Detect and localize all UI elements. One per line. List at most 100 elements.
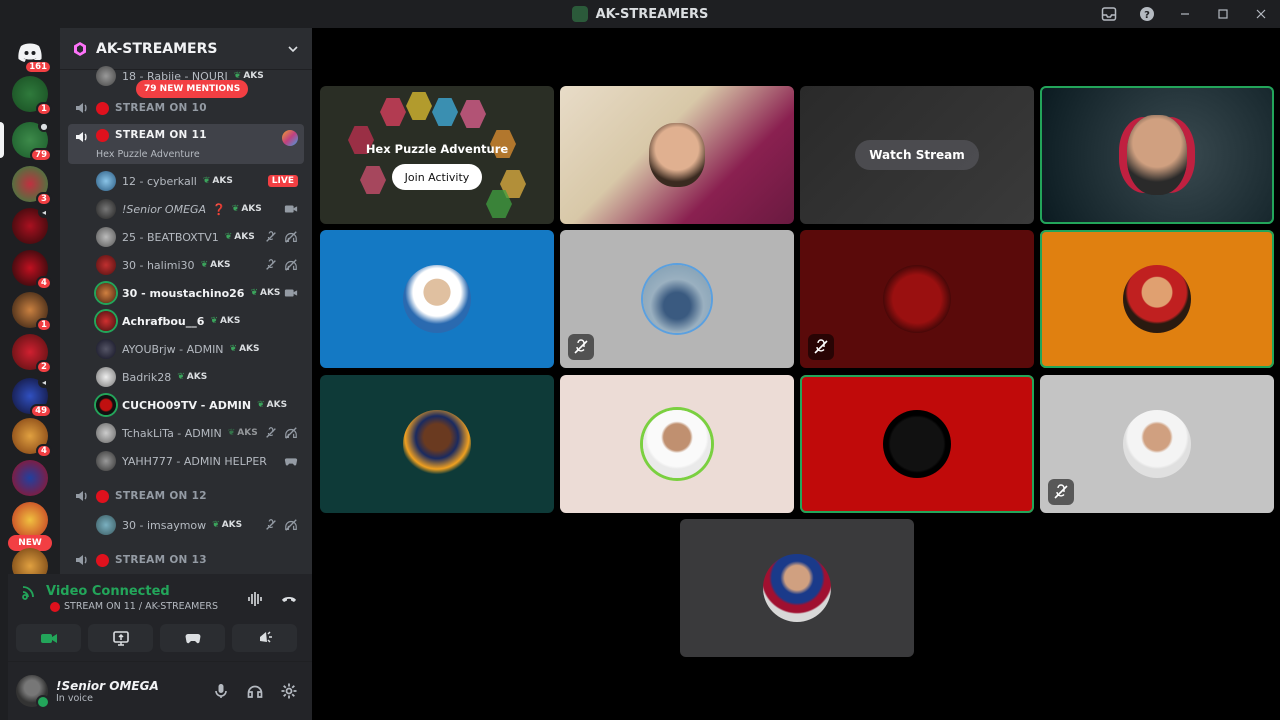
microphone-icon[interactable] <box>212 682 230 700</box>
server-7[interactable]: 2 <box>12 334 52 374</box>
title-bar: AK-STREAMERS ? <box>0 0 1280 28</box>
voice-channel-icon <box>76 103 87 113</box>
red-circle-icon <box>96 101 109 115</box>
new-mentions-badge[interactable]: 79 NEW MENTIONS <box>136 80 249 98</box>
video-muted-icon <box>808 334 834 360</box>
member-row[interactable]: Achrafbou__6 ❦ AKS <box>96 309 302 333</box>
member-row[interactable]: TchakLiTa - ADMIN ❦ AKS <box>96 421 302 445</box>
activity-tile[interactable]: Hex Puzzle Adventure Join Activity <box>320 86 554 224</box>
voice-connection-panel: Video Connected STREAM ON 11 / AK-STREAM… <box>8 574 312 662</box>
soundboard-button[interactable] <box>232 624 297 652</box>
close-icon[interactable] <box>1242 0 1280 28</box>
server-3[interactable]: 3 <box>12 166 52 206</box>
avatar <box>96 66 116 86</box>
member-row[interactable]: CUCHO09TV - ADMIN ❦ AKS <box>96 393 302 417</box>
speaker-icon: ◂ <box>38 376 50 388</box>
member-row[interactable]: !Senior OMEGA ❓ ❦ AKS <box>96 197 302 221</box>
camera-button[interactable] <box>16 624 81 652</box>
voice-channel-stream-10[interactable]: STREAM ON 10 <box>68 94 304 122</box>
member-row[interactable]: 30 - halimi30 ❦ AKS <box>96 253 302 277</box>
voice-status-subtitle[interactable]: STREAM ON 11 / AK-STREAMERS <box>50 601 218 612</box>
participant-avatar-tile[interactable] <box>800 375 1034 513</box>
clan-tag: ❦ AKS <box>210 316 241 326</box>
server-11[interactable] <box>12 502 48 538</box>
participant-avatar-tile[interactable] <box>560 375 794 513</box>
clan-tag: ❦ AKS <box>224 232 255 242</box>
voice-channel-stream-12[interactable]: STREAM ON 12 <box>68 482 304 510</box>
join-activity-button[interactable]: Join Activity <box>392 164 482 190</box>
avatar <box>96 367 116 387</box>
screen-share-button[interactable] <box>88 624 153 652</box>
inbox-icon[interactable] <box>1090 0 1128 28</box>
server-4[interactable]: ◂ <box>12 206 50 244</box>
server-2[interactable]: ● 79 <box>12 120 52 162</box>
username[interactable]: !Senior OMEGA <box>56 679 159 693</box>
video-camera-icon <box>40 634 57 643</box>
live-badge: LIVE <box>267 175 298 187</box>
server-5[interactable]: 4 <box>12 250 52 290</box>
participant-avatar-tile[interactable] <box>800 230 1034 368</box>
member-row[interactable]: 12 - cyberkall ❦ AKS LIVE <box>96 169 302 193</box>
voice-channel-stream-11[interactable]: STREAM ON 11 Hex Puzzle Adventure <box>68 124 304 164</box>
help-icon[interactable]: ? <box>1128 0 1166 28</box>
avatar <box>96 395 116 415</box>
participant-avatar-tile[interactable] <box>320 230 554 368</box>
hex-tile <box>432 98 458 126</box>
channel-sidebar: AK-STREAMERS 18 - Rabiie - NOURI ❦ AKS 79… <box>60 28 312 574</box>
voice-channel-stream-13[interactable]: STREAM ON 13 <box>68 546 304 574</box>
red-circle-icon <box>96 129 109 142</box>
member-row[interactable]: YAHH777 - ADMIN HELPER <box>96 449 302 473</box>
participant-avatar-tile[interactable] <box>1040 230 1274 368</box>
member-row[interactable]: AYOUBrjw - ADMIN ❦ AKS <box>96 337 302 361</box>
participant-avatar <box>1123 410 1191 478</box>
server-1[interactable]: 1 <box>12 76 52 116</box>
participant-avatar-tile[interactable] <box>320 375 554 513</box>
gamepad-icon <box>185 634 200 644</box>
home-button[interactable]: 161 <box>12 34 52 74</box>
voice-status-title[interactable]: Video Connected <box>46 584 170 599</box>
avatar <box>96 423 116 443</box>
mic-muted-icon <box>266 427 276 438</box>
member-row[interactable]: 25 - BEATBOXTV1 ❦ AKS <box>96 225 302 249</box>
maximize-icon[interactable] <box>1204 0 1242 28</box>
member-row[interactable]: Badrik28 ❦ AKS <box>96 365 302 389</box>
participant-avatar-tile[interactable] <box>680 519 914 657</box>
participant-video-tile[interactable] <box>560 86 794 224</box>
stream-preview-tile[interactable]: Watch Stream <box>800 86 1034 224</box>
member-row[interactable]: 30 - moustachino26 ❦ AKS <box>96 281 302 305</box>
clan-tag: ❦ AKS <box>177 372 208 382</box>
clan-tag: ❦ AKS <box>227 428 258 438</box>
activity-title: Hex Puzzle Adventure <box>365 142 509 156</box>
server-6[interactable]: 1 <box>12 292 52 332</box>
avatar[interactable] <box>16 675 50 709</box>
signal-icon[interactable] <box>20 582 38 600</box>
selected-server-pill <box>0 122 4 158</box>
clan-tag: ❦ AKS <box>229 344 260 354</box>
participant-avatar <box>403 410 471 478</box>
participant-avatar-tile[interactable] <box>1040 375 1274 513</box>
video-muted-icon <box>568 334 594 360</box>
video-muted-icon <box>1048 479 1074 505</box>
participant-avatar <box>403 265 471 333</box>
red-circle-icon <box>96 553 109 567</box>
headset-deafened-icon <box>285 259 297 271</box>
noise-suppression-icon[interactable] <box>246 590 264 608</box>
server-10[interactable] <box>12 460 48 496</box>
participant-video-tile[interactable] <box>1040 86 1274 224</box>
participant-avatar-tile[interactable] <box>560 230 794 368</box>
watch-stream-button[interactable]: Watch Stream <box>855 140 979 170</box>
mic-muted-icon <box>266 231 276 242</box>
hex-tile <box>460 100 486 128</box>
speaker-icon: ◂ <box>38 206 50 218</box>
member-row[interactable]: 30 - imsaymow ❦ AKS <box>96 513 302 537</box>
activity-button[interactable] <box>160 624 225 652</box>
disconnect-icon[interactable] <box>280 590 298 608</box>
window-title: AK-STREAMERS <box>571 6 708 22</box>
headset-icon[interactable] <box>246 682 264 700</box>
server-9[interactable]: 4 <box>12 418 52 458</box>
minimize-icon[interactable] <box>1166 0 1204 28</box>
clan-tag: ❦ AKS <box>200 260 231 270</box>
server-8[interactable]: ◂ 49 <box>12 376 52 418</box>
settings-gear-icon[interactable] <box>280 682 298 700</box>
voice-channel-icon <box>76 555 87 565</box>
